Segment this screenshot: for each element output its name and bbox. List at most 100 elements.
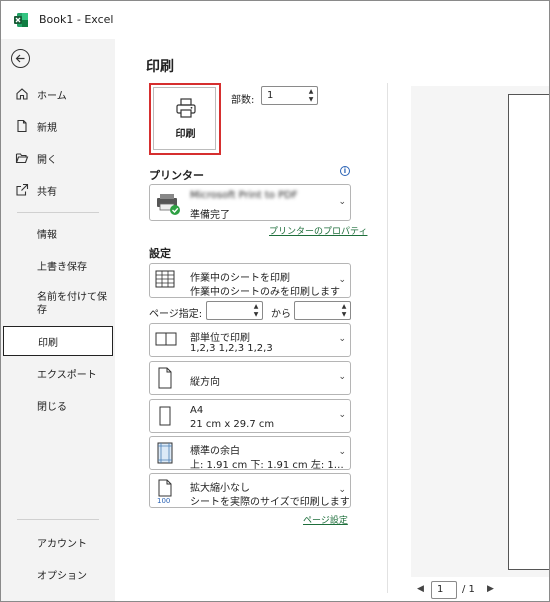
sidebar-item-new[interactable]: 新規: [1, 113, 115, 139]
collate-dropdown[interactable]: 部単位で印刷 1,2,3 1,2,3 1,2,3 ⌄: [149, 323, 351, 357]
chevron-down-icon[interactable]: ▼: [252, 311, 260, 318]
print-pane: 印刷 印刷 部数: 1 ▲ ▼ プリンター i Microsoft Print …: [115, 39, 549, 601]
printer-status: 準備完了: [190, 210, 230, 221]
sidebar-item-label: ホーム: [37, 90, 67, 102]
page-from-stepper[interactable]: ▲ ▼: [206, 301, 263, 320]
total-pages: / 1: [462, 584, 475, 595]
page-range-row: ページ指定: ▲ ▼ から ▲ ▼: [149, 301, 351, 321]
printer-properties-link[interactable]: プリンターのプロパティ: [269, 224, 367, 237]
sidebar-item-home[interactable]: ホーム: [1, 81, 115, 107]
chevron-down-icon: ⌄: [338, 334, 346, 344]
chevron-down-icon[interactable]: ▼: [340, 311, 348, 318]
page-setup-link[interactable]: ページ設定: [303, 513, 348, 526]
copies-stepper[interactable]: 1 ▲ ▼: [261, 86, 318, 105]
sidebar-divider: [17, 212, 99, 213]
excel-logo-icon: [14, 13, 28, 27]
chevron-up-icon[interactable]: ▲: [340, 303, 348, 310]
chevron-down-icon: ⌄: [338, 485, 346, 495]
home-icon: [16, 88, 28, 100]
paper-size-icon: [159, 406, 171, 426]
scaling-desc: シートを実際のサイズで印刷します: [190, 497, 350, 508]
margins-icon: [157, 442, 173, 464]
arrow-left-icon: [15, 54, 25, 63]
paper-size-dropdown[interactable]: A4 21 cm x 29.7 cm ⌄: [149, 399, 351, 433]
printer-icon: [176, 98, 196, 118]
copies-label: 部数:: [231, 95, 255, 106]
scaling-dropdown[interactable]: 100 拡大縮小なし シートを実際のサイズで印刷します ⌄: [149, 473, 351, 508]
sidebar-item-options[interactable]: オプション: [1, 561, 115, 587]
new-document-icon: [17, 119, 27, 133]
sidebar-item-label: 新規: [37, 122, 57, 134]
sheet-grid-icon: [155, 270, 175, 288]
margins-title: 標準の余白: [190, 446, 240, 457]
sidebar-item-label: 上書き保存: [37, 261, 87, 273]
prev-page-icon[interactable]: ◀: [417, 584, 424, 594]
current-page-value: 1: [437, 584, 444, 595]
chevron-down-icon: ⌄: [338, 197, 346, 207]
sidebar-item-label: 開く: [37, 154, 57, 166]
page-to-spinner: ▲ ▼: [340, 303, 348, 318]
print-button-label: 印刷: [175, 129, 196, 140]
page-title: 印刷: [146, 59, 174, 75]
sidebar-item-save[interactable]: 上書き保存: [1, 252, 115, 278]
collate-desc: 1,2,3 1,2,3 1,2,3: [190, 343, 273, 354]
printer-dropdown[interactable]: Microsoft Print to PDF 準備完了 ⌄: [149, 184, 351, 221]
sidebar-item-save-as[interactable]: 名前を付けて保存: [37, 291, 107, 317]
sidebar-item-label: 印刷: [38, 337, 58, 349]
preview-pager: ◀ 1 / 1 ▶: [417, 580, 527, 601]
sidebar-item-label: アカウント: [37, 538, 87, 550]
sidebar-item-export[interactable]: エクスポート: [1, 360, 115, 386]
page-to-stepper[interactable]: ▲ ▼: [294, 301, 351, 320]
printer-name: Microsoft Print to PDF: [190, 190, 298, 201]
preview-page: [508, 94, 549, 570]
sidebar-item-info[interactable]: 情報: [1, 220, 115, 246]
chevron-down-icon: ⌄: [338, 410, 346, 420]
sidebar-item-open[interactable]: 開く: [1, 145, 115, 171]
margins-dropdown[interactable]: 標準の余白 上: 1.91 cm 下: 1.91 cm 左: 1… ⌄: [149, 436, 351, 471]
sidebar-item-label: 情報: [37, 229, 57, 241]
sidebar-item-label: 閉じる: [37, 401, 67, 413]
chevron-down-icon[interactable]: ▼: [307, 96, 315, 103]
folder-open-icon: [15, 153, 29, 164]
copies-value: 1: [267, 90, 274, 101]
settings-heading: 設定: [149, 247, 171, 260]
scaling-title: 拡大縮小なし: [190, 483, 250, 494]
sidebar-item-label: エクスポート: [37, 369, 97, 381]
print-scope-dropdown[interactable]: 作業中のシートを印刷 作業中のシートのみを印刷します ⌄: [149, 263, 351, 298]
print-scope-title: 作業中のシートを印刷: [190, 273, 290, 284]
print-button[interactable]: 印刷: [149, 83, 221, 155]
chevron-up-icon[interactable]: ▲: [307, 88, 315, 95]
next-page-icon[interactable]: ▶: [487, 584, 494, 594]
sidebar-divider: [17, 519, 99, 520]
paper-size-title: A4: [190, 405, 204, 416]
back-button[interactable]: [11, 49, 30, 68]
sidebar-item-close[interactable]: 閉じる: [1, 392, 115, 418]
printer-status-icon: [157, 194, 180, 215]
excel-window: Book1 - Excel ホーム 新規 開く 共有 情報 上書き保存 名前を付…: [0, 0, 550, 602]
share-icon: [16, 183, 29, 196]
portrait-page-icon: [158, 367, 172, 389]
print-button-inner: 印刷: [153, 87, 216, 150]
chevron-down-icon: ⌄: [338, 275, 346, 285]
sidebar-item-print[interactable]: 印刷: [3, 326, 113, 356]
pages-label: ページ指定:: [149, 309, 203, 320]
print-preview: [411, 86, 549, 577]
sidebar-item-share[interactable]: 共有: [1, 177, 115, 203]
pages-to-label: から: [271, 309, 291, 320]
page-from-spinner: ▲ ▼: [252, 303, 260, 318]
window-title: Book1 - Excel: [39, 13, 114, 26]
scaling-icon: 100: [157, 479, 172, 504]
print-scope-desc: 作業中のシートのみを印刷します: [190, 287, 340, 298]
paper-size-desc: 21 cm x 29.7 cm: [190, 419, 275, 430]
orientation-dropdown[interactable]: 縦方向 ⌄: [149, 361, 351, 395]
pane-divider: [387, 83, 388, 593]
sidebar-item-label: オプション: [37, 570, 87, 582]
copies-spinner: ▲ ▼: [307, 88, 315, 103]
info-icon[interactable]: i: [340, 166, 350, 176]
sidebar-item-label: 共有: [37, 186, 57, 198]
chevron-up-icon[interactable]: ▲: [252, 303, 260, 310]
sidebar-item-account[interactable]: アカウント: [1, 529, 115, 555]
collate-icon: [155, 332, 177, 346]
current-page-input[interactable]: 1: [431, 581, 457, 599]
orientation-title: 縦方向: [190, 377, 220, 388]
